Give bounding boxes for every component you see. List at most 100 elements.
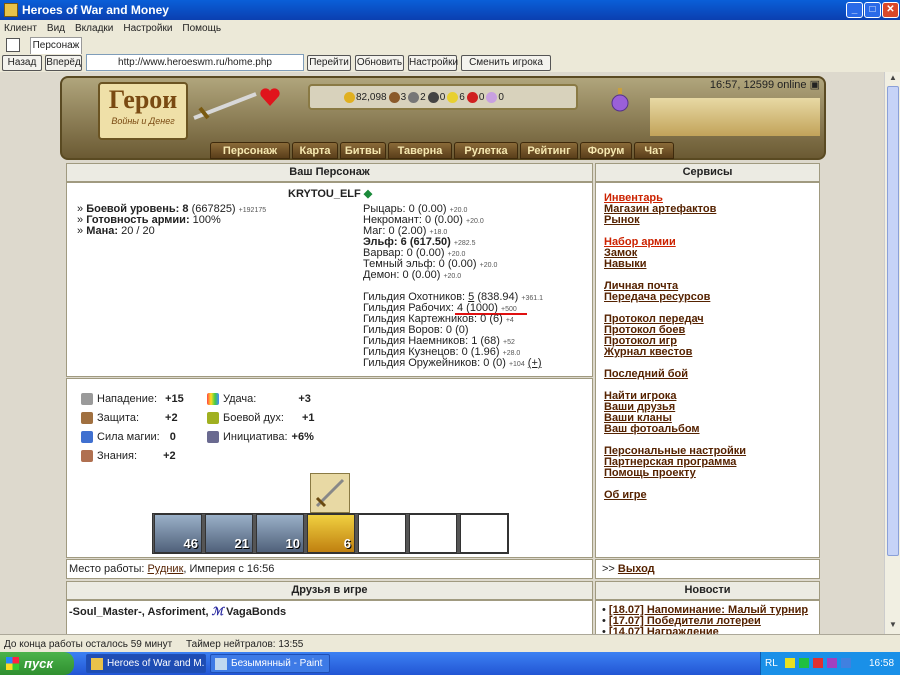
resource-gems: 0 xyxy=(486,91,504,103)
services-heading: Сервисы xyxy=(595,163,820,182)
crystal-icon xyxy=(466,91,478,103)
windows-flag-icon xyxy=(6,657,19,670)
friend-link[interactable]: -Soul_Master- xyxy=(69,606,142,618)
service-skills[interactable]: Навыки xyxy=(604,258,647,270)
army-slot-3[interactable]: 10 xyxy=(256,514,304,553)
service-photo-album[interactable]: Ваш фотоальбом xyxy=(604,423,700,435)
paint-app-icon xyxy=(215,658,227,670)
nav-battles[interactable]: Битвы xyxy=(340,142,386,159)
mercury-icon xyxy=(427,91,439,103)
equipped-weapon-slot[interactable] xyxy=(310,473,350,513)
window-title: Heroes of War and Money xyxy=(22,3,169,17)
service-last-battle[interactable]: Последний бой xyxy=(604,368,688,380)
character-heading: Ваш Персонаж xyxy=(66,163,593,182)
settings-button[interactable]: Настройки xyxy=(408,55,458,71)
work-place-link[interactable]: Рудник xyxy=(147,563,183,575)
back-button[interactable]: Назад xyxy=(2,55,42,71)
friend-link[interactable]: VagaBonds xyxy=(226,606,286,618)
change-player-button[interactable]: Сменить игрока xyxy=(461,55,551,71)
stat-initiative: Инициатива: +6% xyxy=(207,431,314,443)
sword-icon xyxy=(193,92,257,120)
stat-attack: Нападение: +15 xyxy=(81,393,184,405)
menu-client[interactable]: Клиент xyxy=(4,23,37,34)
sound-icon[interactable]: ▣ xyxy=(810,79,820,91)
refresh-button[interactable]: Обновить xyxy=(355,55,404,71)
army-slot-7[interactable] xyxy=(460,514,508,553)
nav-roulette[interactable]: Рулетка xyxy=(454,142,518,159)
tray-app-icon[interactable] xyxy=(827,658,837,668)
resource-sulfur: 6 xyxy=(447,91,465,103)
elf-faction-icon: ◆ xyxy=(363,188,373,200)
ore-icon xyxy=(408,91,420,103)
morale-icon xyxy=(207,412,219,424)
tray-app-icon[interactable] xyxy=(799,658,809,668)
tray-clock: 16:58 xyxy=(869,658,895,669)
army-slots: 46 21 10 6 xyxy=(152,513,509,554)
wand-icon xyxy=(81,431,93,443)
army-slot-2[interactable]: 21 xyxy=(205,514,253,553)
menu-bar: Клиент Вид Вкладки Настройки Помощь xyxy=(0,20,900,36)
vertical-scrollbar[interactable]: ▲ ▼ xyxy=(884,72,900,634)
menu-tabs[interactable]: Вкладки xyxy=(75,23,113,34)
url-field[interactable]: http://www.heroeswm.ru/home.php xyxy=(86,54,304,71)
friend-link[interactable]: Asforiment xyxy=(147,606,205,618)
nav-chat[interactable]: Чат xyxy=(634,142,674,159)
start-button[interactable]: пуск xyxy=(0,652,74,675)
tray-app-icon[interactable] xyxy=(785,658,795,668)
resource-crystal: 0 xyxy=(466,91,484,103)
close-icon[interactable]: ✕ xyxy=(882,2,899,18)
status-bar: До конца работы осталось 59 минут Таймер… xyxy=(0,634,900,652)
menu-help[interactable]: Помощь xyxy=(182,23,221,34)
work-panel: Место работы: Рудник, Империя с 16:56 xyxy=(66,559,593,579)
nav-map[interactable]: Карта xyxy=(292,142,338,159)
army-slot-4[interactable]: 6 xyxy=(307,514,355,553)
service-quest-journal[interactable]: Журнал квестов xyxy=(604,346,692,358)
army-slot-5[interactable] xyxy=(358,514,406,553)
character-name[interactable]: KRYTOU_ELF ◆ xyxy=(288,187,372,200)
scroll-down-icon[interactable]: ▼ xyxy=(887,620,899,632)
window-titlebar: Heroes of War and Money _ □ ✕ xyxy=(0,0,900,20)
main-navigation: Персонаж Карта Битвы Таверна Рулетка Рей… xyxy=(210,142,680,160)
exit-link[interactable]: Выход xyxy=(618,563,655,575)
task-heroes[interactable]: Heroes of War and M... xyxy=(86,654,206,673)
news-panel: • [18.07] Напоминание: Малый турнир • [1… xyxy=(595,600,820,634)
guild-details-link[interactable]: (+) xyxy=(528,357,542,369)
service-support-project[interactable]: Помощь проекту xyxy=(604,467,696,479)
mana-line: » Мана: 20 / 20 xyxy=(77,225,155,237)
sword-icon xyxy=(315,478,345,508)
forward-button[interactable]: Вперёд xyxy=(45,55,82,71)
wood-icon xyxy=(388,91,400,103)
scroll-up-icon[interactable]: ▲ xyxy=(887,73,899,85)
service-about[interactable]: Об игре xyxy=(604,489,647,501)
neutral-timer-status: Таймер нейтралов: 13:55 xyxy=(186,639,304,650)
task-paint[interactable]: Безымянный - Paint xyxy=(210,654,330,673)
army-slot-6[interactable] xyxy=(409,514,457,553)
service-transfer-resources[interactable]: Передача ресурсов xyxy=(604,291,710,303)
tab-character[interactable]: Персонаж xyxy=(30,37,82,54)
go-button[interactable]: Перейти xyxy=(307,55,351,71)
menu-view[interactable]: Вид xyxy=(47,23,65,34)
navigation-toolbar: Назад Вперёд http://www.heroeswm.ru/home… xyxy=(0,54,900,72)
tray-app-icon[interactable] xyxy=(841,658,851,668)
language-indicator[interactable]: RL xyxy=(765,652,778,675)
new-tab-icon[interactable] xyxy=(6,38,20,52)
nav-rating[interactable]: Рейтинг xyxy=(520,142,578,159)
exit-panel: >> Выход xyxy=(595,559,820,579)
services-panel: Инвентарь Магазин артефактов Рынок Набор… xyxy=(595,182,820,558)
nav-forum[interactable]: Форум xyxy=(580,142,632,159)
maximize-icon[interactable]: □ xyxy=(864,2,881,18)
nav-tavern[interactable]: Таверна xyxy=(388,142,452,159)
city-skyline-image xyxy=(650,98,820,136)
service-market[interactable]: Рынок xyxy=(604,214,640,226)
stat-luck: Удача: +3 xyxy=(207,393,311,405)
scroll-thumb[interactable] xyxy=(887,86,899,556)
stats-panel: Нападение: +15 Защита: +2 Сила магии: 0 Зна… xyxy=(66,378,593,558)
tray-app-icon[interactable] xyxy=(813,658,823,668)
nav-character[interactable]: Персонаж xyxy=(210,142,290,159)
minimize-icon[interactable]: _ xyxy=(846,2,863,18)
menu-settings[interactable]: Настройки xyxy=(123,23,172,34)
taskbar: пуск Heroes of War and M... Безымянный -… xyxy=(0,652,900,675)
game-logo[interactable]: Герои Войны и Денег xyxy=(98,82,188,140)
army-slot-1[interactable]: 46 xyxy=(154,514,202,553)
app-icon xyxy=(4,3,18,17)
